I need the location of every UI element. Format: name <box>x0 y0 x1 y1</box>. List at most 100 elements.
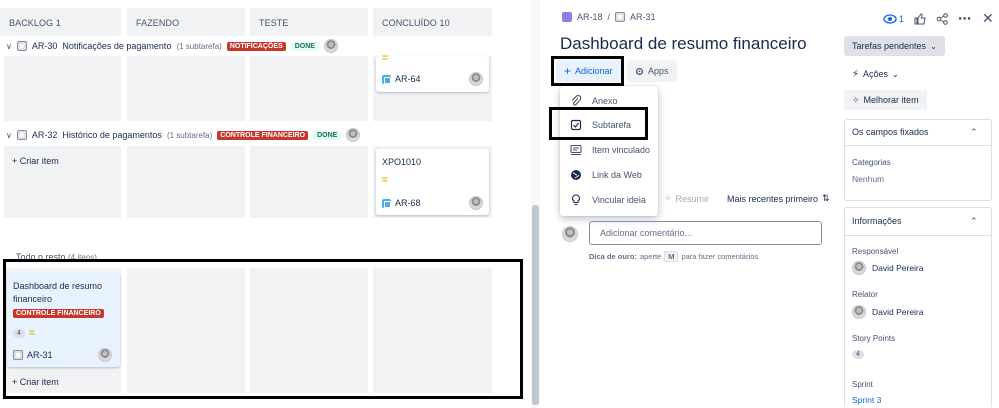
chevron-down-icon[interactable]: ∨ <box>6 42 12 51</box>
sort-button[interactable]: Mais recentes primeiro ⇅ <box>727 193 830 204</box>
sprint-value[interactable]: Sprint 3 <box>852 395 881 405</box>
paperclip-icon <box>571 95 582 106</box>
tip-prefix: Dica de ouro: <box>589 252 637 261</box>
board-scrollbar-thumb[interactable] <box>532 205 539 405</box>
column-header-teste[interactable]: TESTE <box>250 8 368 36</box>
categories-label: Categorias <box>852 158 891 167</box>
actions-label: Ações <box>863 69 889 79</box>
menu-item-label: Vincular ideia <box>592 195 646 205</box>
globe-icon <box>571 170 581 180</box>
status-badge: DONE <box>313 130 342 140</box>
sprint-label: Sprint <box>852 380 873 389</box>
sort-label: Mais recentes primeiro <box>727 193 819 204</box>
actions-button[interactable]: ⚡ Ações ⌄ <box>844 64 907 84</box>
card-ar-64[interactable]: = AR-64 <box>376 53 489 92</box>
create-item-label: Criar item <box>19 156 59 166</box>
menu-item-label: Item vinculado <box>592 145 651 155</box>
comment-input[interactable]: Adicionar comentário... <box>589 221 822 245</box>
status-badge: DONE <box>290 41 319 51</box>
gear-icon <box>635 67 644 75</box>
menu-item-web-link[interactable]: Link da Web <box>560 163 658 187</box>
priority-medium-icon: = <box>382 175 388 186</box>
assignee-value[interactable]: David Pereira <box>852 261 924 275</box>
story-points-value[interactable]: 4 <box>852 350 864 359</box>
highlight-box-card <box>3 259 523 399</box>
assignee-name: David Pereira <box>872 263 924 273</box>
menu-item-link-idea[interactable]: Vincular ideia <box>560 188 658 212</box>
create-item-button[interactable]: + Criar item <box>12 156 59 166</box>
priority-medium-icon: = <box>382 53 388 64</box>
apps-button[interactable]: Apps <box>627 60 677 82</box>
card-ar-68[interactable]: XPO1010 = AR-68 <box>376 149 489 215</box>
lane-cell <box>4 56 121 121</box>
avatar <box>562 226 578 242</box>
breadcrumb-separator: / <box>607 12 611 22</box>
highlight-box-subtask <box>549 107 648 140</box>
swimlane-header-ar-30[interactable]: ∨ AR-30 Notificações de pagamento (1 sub… <box>6 39 338 53</box>
column-header-backlog[interactable]: BACKLOG 1 <box>0 8 121 36</box>
tip-key: M <box>664 251 679 262</box>
avatar <box>346 128 361 142</box>
pinned-fields-title[interactable]: Os campos fixados <box>852 127 929 137</box>
improve-item-button[interactable]: ✧ Melhorar item <box>844 90 927 110</box>
more-icon[interactable]: ⋯ <box>958 11 972 27</box>
column-header-concluido[interactable]: CONCLUÍDO 10 <box>373 8 492 36</box>
swimlane-header-ar-32[interactable]: ∨ AR-32 Histórico de pagamentos (1 subta… <box>6 128 361 142</box>
chevron-down-icon: ⌄ <box>892 69 899 79</box>
chevron-down-icon[interactable]: ∨ <box>6 131 12 140</box>
share-icon[interactable] <box>936 12 948 25</box>
reporter-value[interactable]: David Pereira <box>852 305 924 319</box>
lane-cell <box>127 146 245 218</box>
card-title: XPO1010 <box>382 157 422 167</box>
tip-text: para fazer comentários <box>681 252 759 261</box>
sparkle-icon: ✧ <box>664 193 672 203</box>
swimlane-subtasks: (1 subtarefa) <box>166 130 213 140</box>
lane-cell <box>250 146 368 218</box>
avatar <box>469 72 483 86</box>
story-points-label: Story Points <box>852 334 896 343</box>
swimlane-subtasks: (1 subtarefa) <box>176 41 222 51</box>
breadcrumb-issue[interactable]: AR-31 <box>630 12 656 22</box>
summarize-button[interactable]: ✧ Resumir <box>664 193 709 204</box>
issue-title[interactable]: Dashboard de resumo financeiro <box>560 34 807 54</box>
swimlane-key: AR-30 <box>31 41 58 51</box>
card-key: AR-64 <box>395 74 421 84</box>
chevron-up-icon[interactable]: ⌃ <box>970 127 978 138</box>
story-icon <box>615 12 626 22</box>
lightning-icon: ⚡ <box>852 68 860 80</box>
menu-item-linked-item[interactable]: Item vinculado <box>560 138 658 162</box>
add-menu: Anexo Subtarefa Item vinculado Link da W… <box>560 86 658 216</box>
epic-icon <box>562 12 572 22</box>
tip-text: aperte <box>639 252 662 261</box>
close-icon[interactable]: ✕ <box>982 10 994 27</box>
avatar <box>852 305 866 319</box>
swimlane-title: Histórico de pagamentos <box>62 130 162 140</box>
lane-cell <box>250 56 368 121</box>
sparkle-icon: ✧ <box>852 94 860 105</box>
eye-icon <box>883 13 897 24</box>
chevron-up-icon[interactable]: ⌃ <box>970 216 978 227</box>
status-dropdown[interactable]: Tarefas pendentes ⌄ <box>844 36 945 56</box>
avatar <box>852 261 866 275</box>
categories-value[interactable]: Nenhum <box>852 174 884 184</box>
assignee-label: Responsável <box>852 247 899 256</box>
label-lozenge: CONTROLE FINANCEIRO <box>217 130 309 140</box>
story-points-badge: 4 <box>852 350 864 359</box>
apps-button-label: Apps <box>648 66 669 76</box>
highlight-box-add <box>551 56 624 86</box>
watchers-count: 1 <box>899 13 905 24</box>
lane-cell <box>127 56 245 121</box>
breadcrumb-epic[interactable]: AR-18 <box>577 12 603 22</box>
thumbs-up-icon[interactable] <box>914 12 926 25</box>
reporter-label: Relator <box>852 290 878 299</box>
info-title[interactable]: Informações <box>852 216 902 226</box>
story-icon <box>16 41 27 51</box>
watch-button[interactable]: 1 <box>883 13 904 25</box>
lightbulb-icon <box>572 194 580 206</box>
menu-item-label: Anexo <box>592 96 618 106</box>
column-header-fazendo[interactable]: FAZENDO <box>127 8 245 36</box>
sort-icon: ⇅ <box>822 193 830 203</box>
comment-tip: Dica de ouro: aperte M para fazer coment… <box>589 251 758 262</box>
menu-item-label: Link da Web <box>592 170 642 180</box>
linked-item-icon <box>570 144 582 155</box>
